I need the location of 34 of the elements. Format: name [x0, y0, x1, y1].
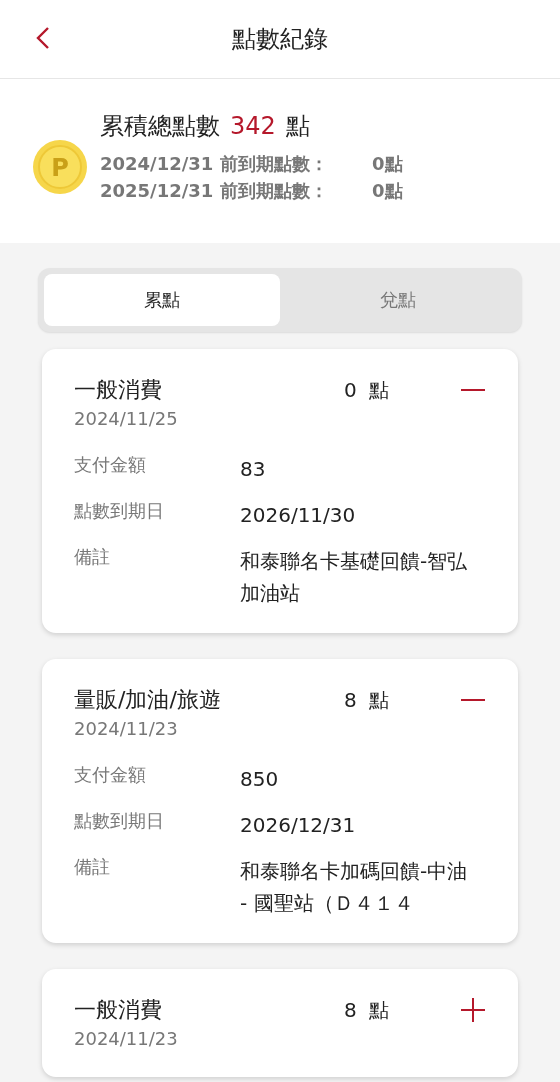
detail-label: 點數到期日: [74, 809, 165, 833]
detail-value: 83: [240, 456, 267, 483]
detail-value: 2026/11/30: [240, 502, 357, 529]
expiry-value: 0點: [372, 179, 403, 203]
detail-label: 支付金額: [74, 763, 147, 787]
record-points: 8 點: [344, 997, 391, 1024]
tab[interactable]: 兌點: [280, 274, 516, 326]
total-label: 累積總點數: [100, 111, 220, 142]
expand-icon[interactable]: [460, 997, 486, 1023]
record-title: 量販/加油/旅遊: [74, 686, 222, 714]
detail-label: 備註: [74, 545, 111, 569]
detail-label: 點數到期日: [74, 499, 165, 523]
points-unit: 點: [285, 111, 310, 142]
record-points: 8 點: [344, 687, 391, 714]
record-title: 一般消費: [74, 996, 163, 1024]
expiry-value: 0點: [372, 152, 403, 176]
page-title: 點數紀錄: [232, 24, 328, 55]
detail-value: 2026/12/31: [240, 812, 357, 839]
record-date: 2024/11/23: [74, 717, 179, 741]
detail-value: 和泰聯名卡加碼回饋-中油 - 國聖站（Ｄ４１４: [240, 858, 469, 917]
back-icon[interactable]: [36, 26, 50, 50]
record-date: 2024/11/23: [74, 1027, 179, 1051]
detail-label: 支付金額: [74, 453, 147, 477]
tab[interactable]: 累點: [44, 274, 280, 326]
detail-value: 850: [240, 766, 280, 793]
record-date: 2024/11/25: [74, 407, 179, 431]
expiry-label: 2024/12/31 前到期點數：: [100, 152, 329, 176]
detail-value: 和泰聯名卡基礎回饋-智弘加油站: [240, 548, 469, 607]
total-points: 342: [230, 112, 276, 140]
detail-label: 備註: [74, 855, 111, 879]
expiry-label: 2025/12/31 前到期點數：: [100, 179, 329, 203]
coin-icon: P: [32, 139, 88, 195]
record-title: 一般消費: [74, 376, 163, 404]
record-points: 0 點: [344, 377, 391, 404]
